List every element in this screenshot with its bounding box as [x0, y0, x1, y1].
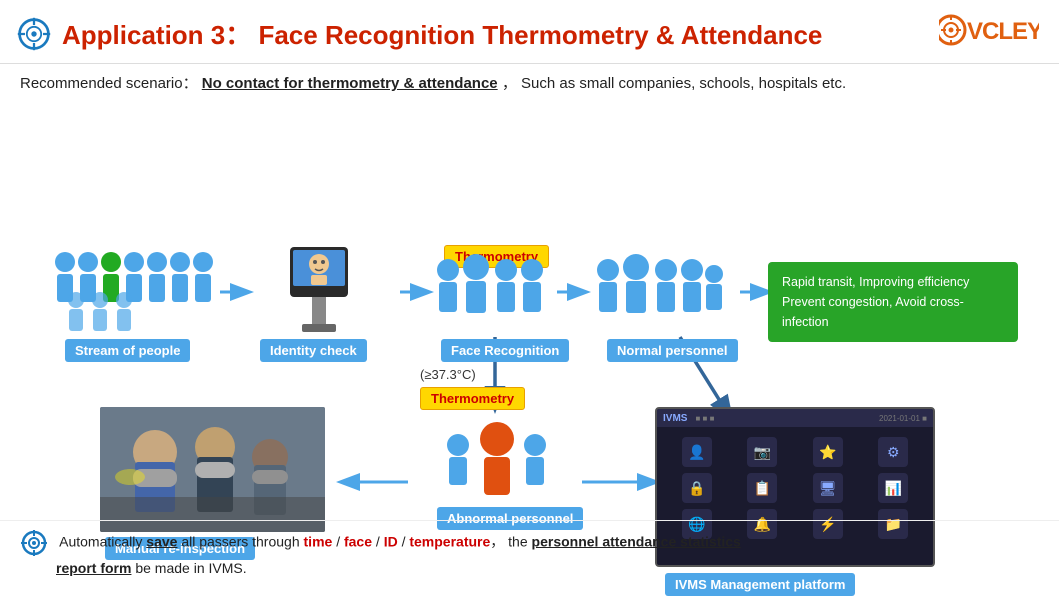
face-recog-group: [428, 252, 553, 337]
abnormal-group: [440, 417, 555, 507]
header: Application 3： Face Recognition Thermome…: [0, 0, 1059, 64]
bottom-text-area: Automatically save all passers through t…: [0, 520, 1059, 589]
normal-label: Normal personnel: [607, 339, 738, 362]
bottom-crosshair-icon: [20, 529, 48, 557]
identity-label: Identity check: [260, 339, 367, 362]
crosshair-icon: [16, 16, 52, 52]
stream-label: Stream of people: [65, 339, 190, 362]
identity-device: [252, 242, 387, 337]
temp-note: (≥37.3°C): [420, 367, 476, 382]
ivms-icon-5: 🔒: [667, 473, 727, 503]
page-title: Application 3： Face Recognition Thermome…: [62, 15, 822, 52]
svg-text:VCLEY: VCLEY: [967, 18, 1039, 45]
thermometry-badge-bottom: Thermometry: [420, 387, 525, 410]
ivms-icon-3: ⭐: [798, 437, 858, 467]
diagram-area: Stream of people Identity check Thermom: [0, 97, 1059, 557]
ivms-icon-7: 🖥: [798, 473, 858, 503]
ivms-icon-1: 👤: [667, 437, 727, 467]
manual-photo: [100, 407, 325, 532]
normal-people-group: [588, 252, 728, 337]
stream-people-group: [50, 242, 215, 337]
logo: VCLEY: [939, 10, 1039, 57]
ivms-icon-6: 📋: [733, 473, 793, 503]
ivms-icon-4: ⚙: [864, 437, 924, 467]
page-container: Application 3： Face Recognition Thermome…: [0, 0, 1059, 557]
green-benefit-box: Rapid transit, Improving efficiency Prev…: [768, 262, 1018, 342]
scenario-line: Recommended scenario： No contact for the…: [0, 64, 1059, 97]
ivms-icon-2: 📷: [733, 437, 793, 467]
face-recog-label: Face Recognition: [441, 339, 569, 362]
ivms-topbar: IVMS ■ ■ ■ 2021-01-01 ■: [657, 409, 933, 427]
ivms-icon-8: 📊: [864, 473, 924, 503]
